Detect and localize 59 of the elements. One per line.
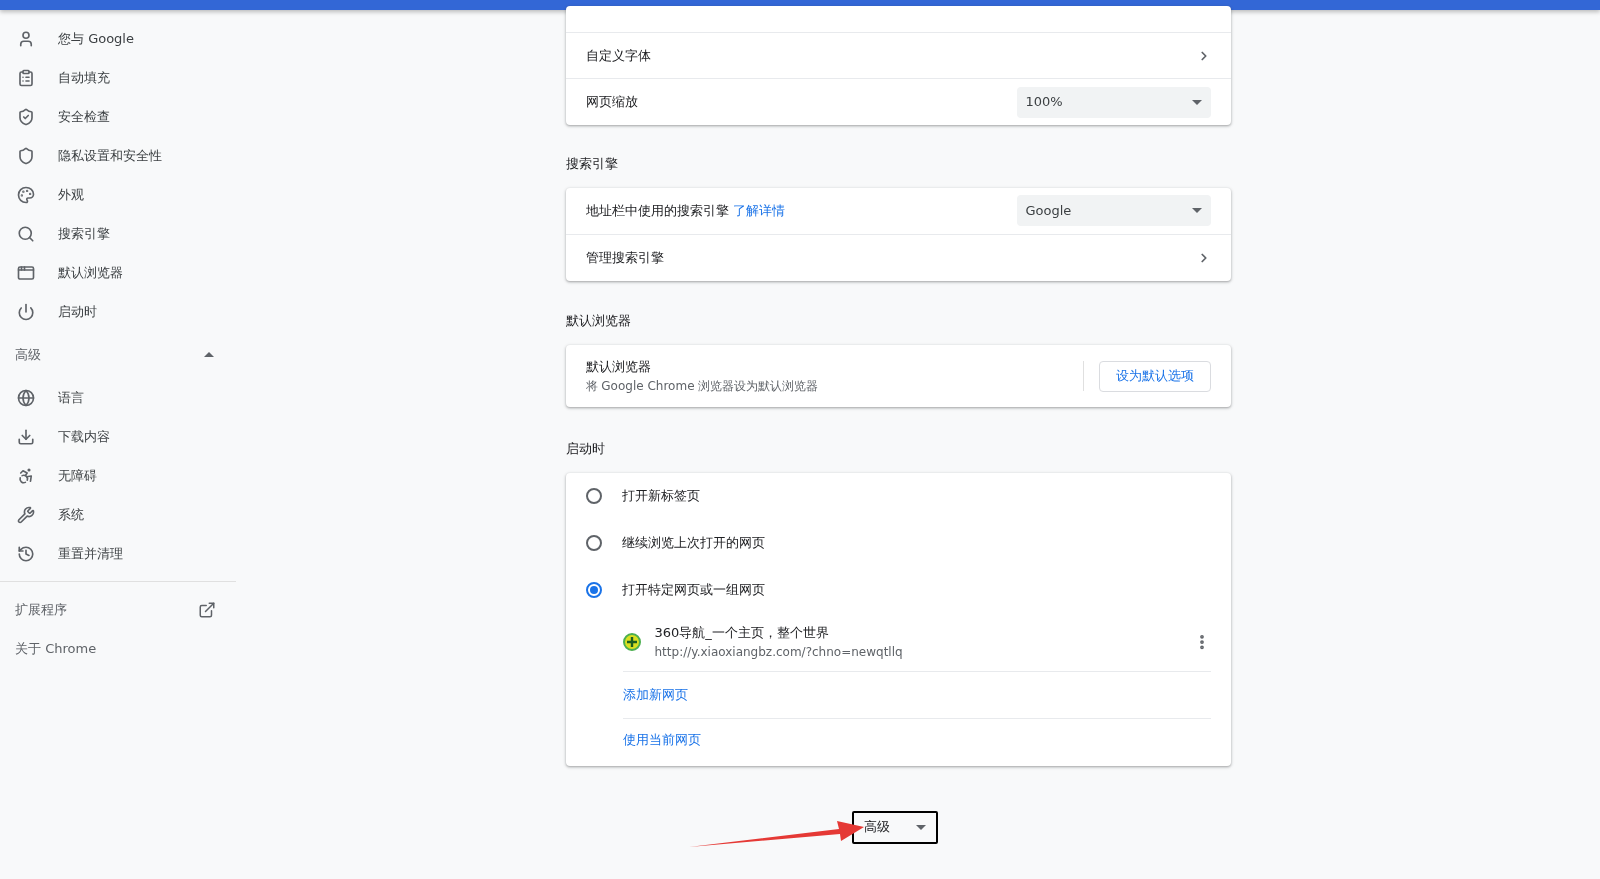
site-favicon (622, 633, 641, 651)
caret-icon (1191, 99, 1202, 105)
sidebar-item[interactable]: 启动时 (0, 292, 236, 331)
caret-icon (204, 352, 214, 357)
settings-row[interactable]: 自定义字体 (565, 33, 1231, 79)
person-icon (17, 29, 35, 48)
clipboard-icon (17, 68, 35, 87)
set-default-button[interactable]: 设为默认选项 (1098, 360, 1211, 392)
search-engine-dropdown[interactable]: Google (1016, 195, 1211, 226)
radio-button[interactable] (585, 488, 602, 504)
setting-description: 将 Google Chrome 浏览器设为默认浏览器 (585, 377, 820, 395)
sidebar-item[interactable]: 关于 Chrome (0, 629, 236, 668)
radio-option[interactable]: 继续浏览上次打开的网页 (565, 519, 1231, 567)
sidebar-item[interactable]: 您与 Google (0, 19, 236, 58)
sidebar-item[interactable]: 默认浏览器 (0, 253, 236, 292)
radio-option[interactable]: 打开特定网页或一组网页 (565, 566, 1231, 614)
sidebar-item[interactable]: 外观 (0, 175, 236, 214)
sidebar-item[interactable]: 重置并清理 (0, 534, 236, 573)
shield-icon (17, 146, 35, 165)
sidebar-item[interactable]: 系统 (0, 495, 236, 534)
download-icon (17, 427, 35, 446)
globe-icon (17, 388, 35, 407)
use-current-pages-link[interactable]: 使用当前网页 (622, 730, 701, 750)
wrench-icon (17, 505, 35, 524)
section-heading: 搜索引擎 (565, 155, 619, 173)
add-page-link[interactable]: 添加新网页 (622, 684, 688, 705)
learn-more-link[interactable]: 了解详情 (732, 202, 785, 218)
advanced-button[interactable]: 高级 (852, 810, 938, 844)
shield-check-icon (17, 107, 35, 126)
setting-label: 地址栏中使用的搜索引擎 了解详情 (585, 201, 785, 220)
setting-title: 默认浏览器 (585, 358, 652, 377)
power-icon (17, 302, 35, 321)
sidebar-item[interactable]: 自动填充 (0, 58, 236, 97)
radio-button[interactable] (585, 535, 602, 551)
advanced-section-toggle[interactable]: 高级 (0, 331, 236, 378)
browser-window-icon (17, 263, 35, 282)
palette-icon (17, 185, 35, 204)
accessibility-icon (17, 466, 35, 485)
setting-label: 网页缩放 (585, 93, 638, 112)
sidebar-item[interactable]: 隐私设置和安全性 (0, 136, 236, 175)
radio-button[interactable] (585, 582, 602, 598)
sidebar-item[interactable]: 搜索引擎 (0, 214, 236, 253)
sidebar-item[interactable]: 扩展程序 (0, 590, 236, 629)
settings-row[interactable]: 管理搜索引擎 (565, 234, 1231, 281)
zoom-dropdown[interactable]: 100% (1016, 86, 1211, 118)
search-icon (17, 224, 35, 243)
external-link-icon (198, 600, 216, 619)
sidebar-item[interactable]: 无障碍 (0, 456, 236, 495)
sidebar-item[interactable]: 下载内容 (0, 417, 236, 456)
section-heading: 启动时 (565, 440, 606, 458)
section-heading: 默认浏览器 (565, 311, 632, 330)
sidebar-item[interactable]: 语言 (0, 378, 236, 417)
caret-icon (916, 824, 926, 830)
caret-icon (1191, 208, 1202, 213)
page-title: 360导航_一个主页，整个世界 (654, 624, 830, 643)
radio-option[interactable]: 打开新标签页 (565, 472, 1231, 520)
history-icon (17, 544, 35, 563)
page-url: http://y.xiaoxiangbz.com/?chno=newqtllq (654, 643, 904, 661)
sidebar-item[interactable]: 安全检查 (0, 97, 236, 136)
